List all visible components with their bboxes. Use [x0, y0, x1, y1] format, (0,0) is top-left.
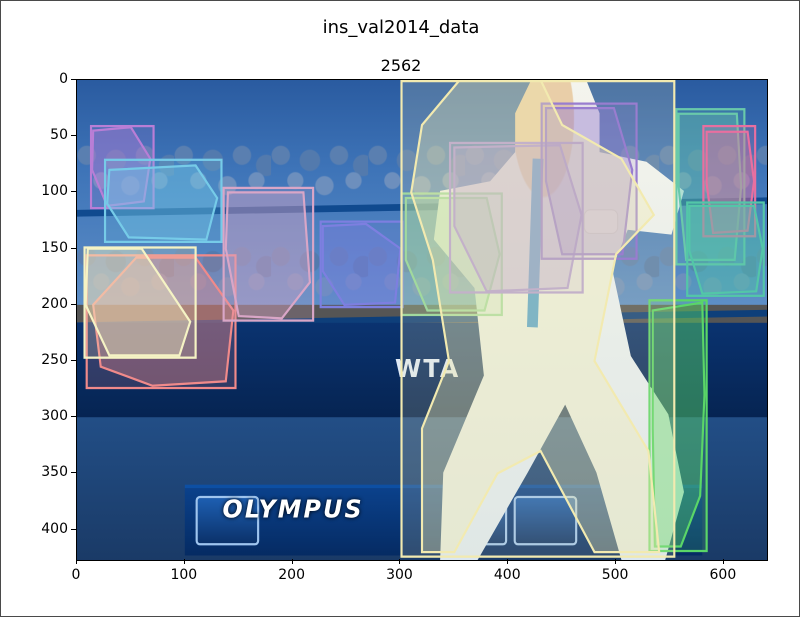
x-tick-label: 0 — [72, 567, 81, 583]
annotation-bbox — [686, 201, 765, 297]
annotation-bbox — [320, 221, 404, 309]
y-tick-label: 250 — [28, 352, 68, 368]
x-tick-label: 100 — [170, 567, 197, 583]
figure-suptitle: ins_val2014_data — [1, 17, 800, 38]
x-tick-label: 400 — [494, 567, 521, 583]
y-tick-mark — [71, 360, 76, 361]
x-tick-label: 300 — [386, 567, 413, 583]
image-scene: OLYMPUS WTA — [77, 80, 767, 560]
x-tick-mark — [507, 559, 508, 564]
x-tick-label: 600 — [710, 567, 737, 583]
x-tick-mark — [615, 559, 616, 564]
y-tick-label: 50 — [28, 127, 68, 143]
annotation-bbox — [83, 246, 196, 358]
annotation-bbox — [104, 159, 223, 243]
y-tick-label: 350 — [28, 464, 68, 480]
y-tick-mark — [71, 529, 76, 530]
y-tick-mark — [71, 304, 76, 305]
x-tick-mark — [184, 559, 185, 564]
x-tick-mark — [723, 559, 724, 564]
y-tick-label: 150 — [28, 240, 68, 256]
annotation-bbox — [400, 80, 675, 558]
y-tick-mark — [71, 472, 76, 473]
x-tick-mark — [76, 559, 77, 564]
y-tick-label: 0 — [28, 71, 68, 87]
y-tick-label: 400 — [28, 521, 68, 537]
axes-title: 2562 — [1, 56, 800, 75]
x-tick-mark — [399, 559, 400, 564]
y-tick-label: 300 — [28, 408, 68, 424]
y-tick-mark — [71, 79, 76, 80]
axes: OLYMPUS WTA — [76, 79, 768, 561]
y-tick-mark — [71, 416, 76, 417]
y-tick-mark — [71, 135, 76, 136]
x-tick-label: 500 — [602, 567, 629, 583]
x-tick-label: 200 — [278, 567, 305, 583]
y-tick-label: 200 — [28, 296, 68, 312]
x-tick-mark — [292, 559, 293, 564]
y-tick-mark — [71, 191, 76, 192]
sponsor-label: OLYMPUS — [223, 496, 364, 524]
y-tick-mark — [71, 248, 76, 249]
figure: ins_val2014_data 2562 OLYMPUS WTA 0 100 20… — [0, 0, 800, 617]
y-tick-label: 100 — [28, 183, 68, 199]
annotation-bbox — [223, 187, 315, 322]
